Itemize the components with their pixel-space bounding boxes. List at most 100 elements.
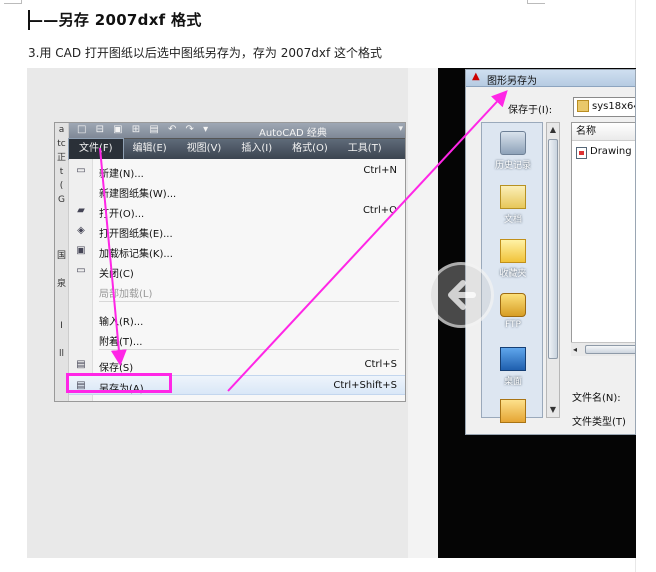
quick-access-icons[interactable]: □ ⊟ ▣ ⊞ ▤ ↶ ↷ ▾: [77, 124, 211, 135]
history-icon: [500, 131, 526, 155]
save-disk-icon: ▤: [76, 359, 86, 370]
save-in-label: 保存于(I):: [508, 105, 553, 116]
dialog-title-bar: ▲ 图形另存为: [466, 70, 635, 87]
menubar-item[interactable]: 编辑(E): [123, 139, 177, 159]
menu-separator: [99, 301, 399, 302]
instruction-text: 3.用 CAD 打开图纸以后选中图纸另存为，存为 2007dxf 这个格式: [28, 46, 383, 60]
menu-item[interactable]: 局部加载(L): [69, 281, 405, 301]
place-label: 收藏夹: [499, 269, 527, 279]
scroll-up-icon[interactable]: ▲: [547, 123, 559, 137]
page-corner-mark: [4, 0, 22, 4]
strip-glyph: (: [59, 181, 64, 191]
back-navigation-button[interactable]: [428, 262, 494, 328]
place-more[interactable]: [482, 399, 544, 426]
close-drawing-icon: ▭: [76, 265, 86, 276]
strip-glyph: 正: [56, 153, 66, 163]
menubar-item[interactable]: 插入(I): [231, 139, 282, 159]
strip-glyph: [55, 333, 68, 347]
save-in-dropdown[interactable]: sys18x64: [573, 97, 636, 117]
autocad-window: a tc 正 t (G 国泉 Ill □ ⊟ ▣ ⊞ ▤ ↶ ↷ ▾ AutoCAD 经典 …: [54, 122, 406, 402]
workspace-name[interactable]: AutoCAD 经典: [259, 124, 327, 139]
menu-item-label: 加载标记集(K)...: [99, 249, 173, 260]
place-history[interactable]: 历史记录: [482, 131, 544, 171]
page-corner-mark: [527, 0, 545, 4]
save-as-highlight-box: [66, 373, 172, 393]
strip-glyph: t: [59, 167, 64, 177]
place-favorites[interactable]: 收藏夹: [482, 239, 544, 279]
dialog-title: 图形另存为: [487, 76, 537, 87]
menu-item-label: 局部加载(L): [99, 289, 153, 300]
autocad-logo-icon: ▲: [472, 71, 480, 82]
folder-icon: [577, 100, 589, 112]
strip-glyph: 泉: [56, 279, 66, 289]
file-row[interactable]: Drawing: [574, 145, 635, 161]
strip-glyph: 国: [56, 251, 66, 261]
back-arrow-icon: [448, 280, 476, 310]
place-documents[interactable]: 文档: [482, 185, 544, 225]
strip-glyph: [55, 221, 68, 235]
menubar-item[interactable]: 工具(T): [338, 139, 392, 159]
menu-bar: 文件(F) 编辑(E) 视图(V) 插入(I) 格式(O) 工具(T): [68, 138, 405, 160]
strip-glyph: [55, 235, 68, 249]
folder-icon: [500, 399, 526, 423]
menu-item-shortcut: Ctrl+S: [364, 359, 397, 370]
menu-item-label: 新建(N)...: [99, 169, 144, 180]
file-name: Drawing: [590, 146, 632, 157]
menu-item[interactable]: ▰ 打开(O)... Ctrl+O: [69, 201, 405, 221]
strip-glyph: a: [58, 125, 65, 135]
strip-glyph: tc: [57, 139, 66, 149]
strip-glyph: [55, 263, 68, 277]
menu-separator: [99, 349, 399, 350]
menu-item[interactable]: ▣ 加载标记集(K)...: [69, 241, 405, 261]
menubar-item[interactable]: 文件(F): [68, 138, 124, 160]
file-list-hscrollbar[interactable]: ◂: [571, 342, 635, 357]
column-header-name[interactable]: 名称: [572, 123, 635, 141]
menu-item[interactable]: ▭ 关闭(C): [69, 261, 405, 281]
strip-glyph: [55, 305, 68, 319]
strip-glyph: ll: [58, 349, 64, 359]
open-folder-icon: ▰: [77, 205, 85, 216]
menu-item[interactable]: 附着(T)...: [69, 329, 405, 349]
places-scrollbar[interactable]: ▲ ▼: [546, 122, 560, 418]
menu-item[interactable]: 输入(R)...: [69, 309, 405, 329]
menubar-item[interactable]: 格式(O): [282, 139, 338, 159]
menu-item-label: 打开(O)...: [99, 209, 145, 220]
drawing-tab-strip: a tc 正 t (G 国泉 Ill: [55, 123, 69, 401]
menu-item[interactable]: ▭ 新建(N)... Ctrl+N: [69, 161, 405, 181]
menu-item-label: 附着(T)...: [99, 337, 143, 348]
markup-set-icon: ▣: [76, 245, 86, 256]
place-desktop[interactable]: 桌面: [482, 347, 544, 387]
scroll-left-icon[interactable]: ◂: [573, 343, 577, 357]
file-list: 名称 Drawing: [571, 122, 635, 356]
place-label: 历史记录: [494, 161, 531, 171]
scroll-down-icon[interactable]: ▼: [547, 403, 559, 417]
menu-item[interactable]: ▤ 保存(S) Ctrl+S: [69, 355, 405, 375]
menu-item-shortcut: Ctrl+Shift+S: [333, 380, 397, 391]
section-heading: ——另存 2007dxf 格式: [28, 11, 202, 29]
chevron-down-icon[interactable]: ▾: [398, 124, 403, 134]
favorites-icon: [500, 239, 526, 263]
documents-icon: [500, 185, 526, 209]
scroll-thumb[interactable]: [548, 139, 558, 359]
save-in-value: sys18x64: [592, 101, 636, 112]
file-type-label: 文件类型(T): [572, 417, 626, 428]
strip-glyph: G: [58, 195, 65, 205]
menu-item[interactable]: 新建图纸集(W)...: [69, 181, 405, 201]
strip-glyph: [55, 291, 68, 305]
ftp-icon: [500, 293, 526, 317]
new-file-icon: ▭: [76, 165, 86, 176]
quick-access-toolbar: □ ⊟ ▣ ⊞ ▤ ↶ ↷ ▾ AutoCAD 经典 ▾: [69, 123, 405, 139]
file-menu-dropdown: ▭ 新建(N)... Ctrl+N 新建图纸集(W)... ▰ 打开(O)... Ctrl+…: [69, 159, 405, 401]
menu-item-label: 输入(R)...: [99, 317, 144, 328]
place-label: 文档: [503, 215, 522, 225]
places-sidebar: 历史记录 文档 收藏夹 FTP 桌面: [481, 122, 544, 423]
desktop-icon: [500, 347, 526, 371]
place-label: 桌面: [503, 377, 522, 387]
menubar-item[interactable]: 视图(V): [177, 139, 232, 159]
menu-item-label: 打开图纸集(E)...: [99, 229, 173, 240]
place-label: FTP: [505, 320, 521, 330]
menu-item-label: 新建图纸集(W)...: [99, 189, 177, 200]
open-sheet-set-icon: ◈: [77, 225, 85, 236]
menu-item[interactable]: ◈ 打开图纸集(E)...: [69, 221, 405, 241]
hscroll-thumb[interactable]: [585, 345, 635, 354]
